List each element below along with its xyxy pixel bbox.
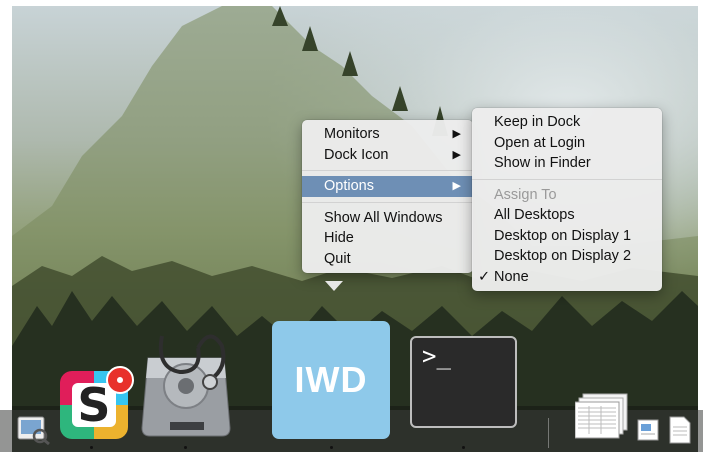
menu-item-dock-icon[interactable]: Dock Icon ▶ — [302, 145, 473, 166]
menu-item-label: All Desktops — [494, 207, 575, 223]
notification-badge — [106, 366, 134, 394]
running-indicator — [462, 446, 465, 449]
menu-item-label: Hide — [324, 230, 354, 246]
dock-divider — [548, 418, 549, 448]
menu-item-label: Desktop on Display 1 — [494, 227, 632, 244]
menu-item-label: Keep in Dock — [494, 114, 581, 130]
checkmark-icon: ✓ — [478, 268, 491, 285]
disk-utility-icon[interactable] — [140, 328, 232, 440]
menu-item-none[interactable]: ✓ None — [472, 267, 662, 288]
document-glyph — [669, 416, 691, 444]
menu-item-label: None — [494, 268, 529, 285]
menu-item-options[interactable]: Options ▶ — [302, 176, 473, 197]
menu-item-show-in-finder[interactable]: Show in Finder — [472, 153, 662, 174]
iwd-icon[interactable]: IWD — [272, 321, 390, 439]
menu-separator — [472, 178, 662, 180]
running-indicator — [90, 446, 93, 449]
submenu-arrow-icon: ▶ — [452, 148, 461, 161]
menu-section-header: Assign To — [472, 185, 662, 206]
menu-item-label: Show in Finder — [494, 155, 591, 171]
document-stack-icon[interactable] — [574, 392, 631, 440]
preview-icon[interactable] — [16, 415, 50, 446]
menu-item-label: Quit — [324, 250, 351, 267]
dock-context-menu: Monitors ▶ Dock Icon ▶ Options ▶ Show Al… — [302, 120, 473, 273]
terminal-icon[interactable]: >_ — [410, 336, 517, 428]
menu-item-label: Show All Windows — [324, 209, 443, 226]
menu-item-keep-in-dock[interactable]: Keep in Dock — [472, 112, 662, 133]
submenu-arrow-icon: ▶ — [452, 128, 461, 140]
submenu-arrow-icon: ▶ — [452, 180, 461, 192]
menu-item-label: Dock Icon — [324, 146, 389, 163]
menu-pointer — [325, 281, 343, 291]
menu-item-desktop-display-1[interactable]: Desktop on Display 1 — [472, 226, 662, 247]
menu-item-label: Monitors — [324, 126, 380, 142]
menu-item-hide[interactable]: Hide — [302, 228, 473, 249]
document-glyph — [637, 419, 659, 441]
menu-separator — [302, 201, 473, 203]
menu-item-label: Options — [324, 178, 374, 194]
menu-item-show-all-windows[interactable]: Show All Windows — [302, 208, 473, 229]
menu-item-label: Desktop on Display 2 — [494, 248, 632, 264]
menu-item-open-at-login[interactable]: Open at Login — [472, 133, 662, 154]
running-indicator — [330, 446, 333, 449]
iwd-label: IWD — [294, 359, 368, 400]
menu-item-label: Open at Login — [494, 134, 586, 151]
terminal-prompt: >_ — [422, 342, 451, 370]
options-submenu: Keep in Dock Open at Login Show in Finde… — [472, 108, 662, 291]
document-stack-glyph — [574, 393, 628, 439]
running-indicator — [184, 446, 187, 449]
document-icon[interactable] — [636, 418, 662, 444]
menu-separator — [302, 170, 473, 171]
menu-item-desktop-display-2[interactable]: Desktop on Display 2 — [472, 246, 662, 267]
section-header-label: Assign To — [494, 186, 557, 203]
menu-item-all-desktops[interactable]: All Desktops — [472, 205, 662, 226]
menu-item-monitors[interactable]: Monitors ▶ — [302, 124, 473, 145]
menu-item-quit[interactable]: Quit — [302, 249, 473, 270]
preview-glyph — [17, 416, 50, 446]
disk-utility-glyph — [141, 334, 231, 437]
document-icon[interactable] — [668, 415, 692, 445]
